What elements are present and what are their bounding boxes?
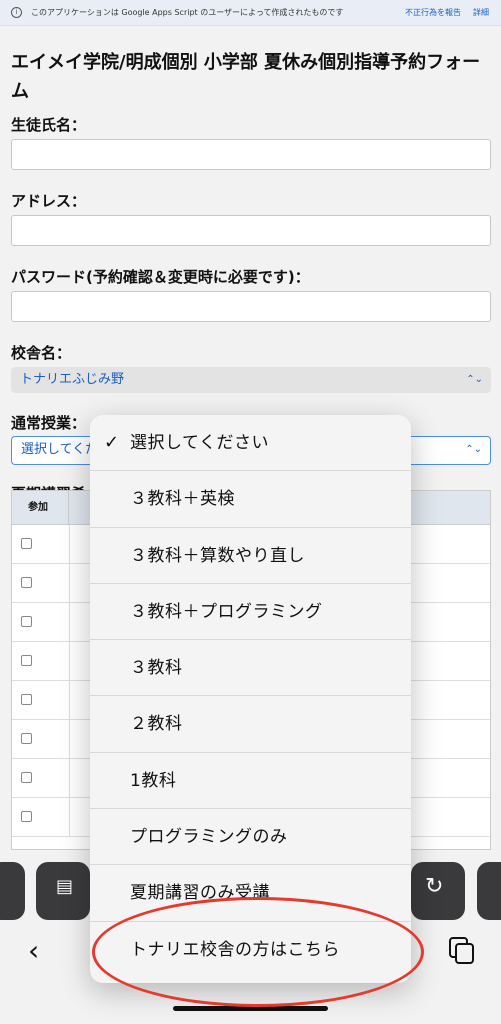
toolbar-left-button[interactable] (0, 862, 25, 920)
chevron-updown-icon: ⌃⌄ (466, 374, 483, 385)
tabs-icon[interactable] (448, 936, 474, 966)
join-checkbox[interactable] (21, 577, 32, 588)
dropdown-option[interactable]: ３教科＋英検 (90, 471, 411, 528)
password-field[interactable] (11, 291, 491, 322)
join-checkbox[interactable] (21, 655, 32, 666)
dropdown-option[interactable]: ２教科 (90, 696, 411, 753)
student-name-label: 生徒氏名： (11, 116, 87, 134)
banner-notice: このアプリケーションは Google Apps Script のユーザーによって… (31, 8, 344, 17)
reload-button[interactable]: ↻ (411, 862, 465, 920)
dropdown-option[interactable]: ３教科＋プログラミング (90, 584, 411, 641)
info-banner: i このアプリケーションは Google Apps Script のユーザーによ… (0, 0, 501, 26)
join-checkbox[interactable] (21, 616, 32, 627)
student-name-field[interactable] (11, 139, 491, 170)
chevron-updown-icon: ⌃⌄ (465, 444, 482, 455)
toolbar-right-button[interactable] (477, 862, 501, 920)
join-checkbox[interactable] (21, 811, 32, 822)
join-checkbox[interactable] (21, 538, 32, 549)
details-link[interactable]: 詳細 (473, 7, 489, 18)
address-field[interactable] (11, 215, 491, 246)
regular-class-label: 通常授業： (11, 414, 87, 432)
dropdown-option[interactable]: ３教科 (90, 640, 411, 697)
school-label: 校舎名： (11, 344, 72, 362)
info-icon: i (11, 7, 22, 18)
dropdown-option[interactable]: ３教科＋算数やり直し (90, 528, 411, 584)
password-label: パスワード(予約確認＆変更時に必要です)： (11, 268, 310, 286)
join-checkbox[interactable] (21, 694, 32, 705)
dropdown-option[interactable]: 1教科 (90, 753, 411, 810)
school-select[interactable]: トナリエふじみ野 ⌃⌄ (11, 367, 491, 393)
dropdown-option-highlighted[interactable]: トナリエ校舎の方はこちら (90, 922, 411, 978)
checkmark-icon: ✓ (104, 432, 120, 453)
join-checkbox[interactable] (21, 772, 32, 783)
reload-icon: ↻ (425, 874, 444, 899)
page-title: エイメイ学院/明成個別 小学部 夏休み個別指導予約フォーム (11, 52, 481, 102)
regular-class-dropdown-menu: ✓ 選択してください ３教科＋英検 ３教科＋算数やり直し ３教科＋プログラミング… (90, 415, 411, 983)
reader-button[interactable]: ▤ (36, 862, 90, 920)
home-indicator (173, 1006, 328, 1011)
join-checkbox[interactable] (21, 733, 32, 744)
address-label: アドレス： (11, 192, 87, 210)
join-column-header: 参加 (12, 491, 69, 525)
report-abuse-link[interactable]: 不正行為を報告 (405, 7, 461, 18)
dropdown-option[interactable]: 夏期講習のみ受講 (90, 865, 411, 922)
back-icon[interactable]: ‹ (28, 934, 39, 967)
dropdown-option[interactable]: ✓ 選択してください (90, 415, 411, 472)
school-select-value: トナリエふじみ野 (20, 372, 125, 387)
dropdown-option[interactable]: プログラミングのみ (90, 809, 411, 866)
reader-icon: ▤ (56, 876, 74, 897)
